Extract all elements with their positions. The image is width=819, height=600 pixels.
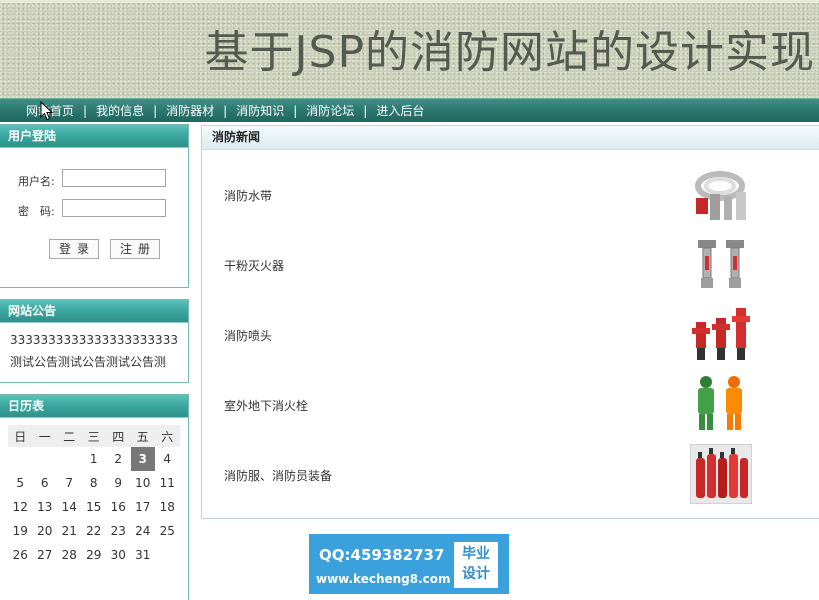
calendar-day[interactable]: 23	[106, 519, 131, 543]
nav-separator: |	[223, 104, 228, 118]
calendar-day[interactable]: 11	[155, 471, 180, 495]
news-item-link[interactable]: 消防喷头	[224, 327, 272, 344]
calendar-day[interactable]: 29	[82, 543, 107, 567]
weekday-mon: 一	[32, 425, 57, 447]
site-banner: 基于JSP的消防网站的设计实现	[0, 0, 819, 98]
promo-banner[interactable]: QQ:459382737 www.kecheng8.com 毕业 设计	[309, 534, 509, 594]
calendar-day[interactable]: 28	[57, 543, 82, 567]
hydrant-image[interactable]	[690, 304, 752, 364]
weekday-sat: 六	[155, 425, 180, 447]
calendar-day[interactable]: 26	[8, 543, 33, 567]
calendar-day[interactable]: 1	[82, 447, 107, 471]
nav-separator: |	[363, 104, 368, 118]
mouse-cursor-icon	[40, 101, 54, 121]
calendar-day[interactable]: 30	[106, 543, 131, 567]
calendar-week-row: 5 6 7 8 9 10 11	[8, 471, 180, 495]
calendar-day[interactable]: 25	[155, 519, 180, 543]
firesuit-image[interactable]	[690, 374, 752, 434]
banner-top-strip	[0, 0, 819, 3]
calendar-panel-title: 日历表	[0, 395, 188, 418]
calendar-day	[155, 543, 180, 567]
news-item-link[interactable]: 消防服、消防员装备	[224, 467, 332, 484]
calendar-day-today[interactable]: 3	[130, 447, 155, 471]
promo-badge-line: 毕业	[462, 546, 490, 562]
username-input[interactable]	[62, 169, 166, 187]
nav-item-forum[interactable]: 消防论坛	[306, 104, 354, 118]
extinguisher-image[interactable]	[690, 444, 752, 504]
calendar-day[interactable]: 10	[131, 471, 156, 495]
calendar-week-row: 26 27 28 29 30 31	[8, 543, 180, 567]
calendar-day[interactable]: 9	[106, 471, 131, 495]
weekday-thu: 四	[106, 425, 131, 447]
notice-body: 3333333333333333333333 测试公告测试公告测试公告测	[0, 323, 188, 373]
promo-badge-line: 设计	[462, 566, 490, 582]
calendar-day[interactable]: 24	[131, 519, 156, 543]
calendar-day[interactable]: 6	[33, 471, 58, 495]
news-panel: 消防新闻 消防水带 干粉灭火器 消防喷头 室外地下消火栓 消防服、消防员装备	[201, 125, 819, 519]
nav-item-my-info[interactable]: 我的信息	[96, 104, 144, 118]
calendar-day	[33, 447, 58, 471]
nav-separator: |	[153, 104, 158, 118]
nav-separator: |	[83, 104, 88, 118]
promo-badge: 毕业 设计	[454, 542, 498, 588]
calendar-day[interactable]: 7	[57, 471, 82, 495]
nav-separator: |	[293, 104, 298, 118]
calendar-day[interactable]: 17	[131, 495, 156, 519]
calendar-day[interactable]: 2	[106, 447, 131, 471]
calendar-weekday-row: 日 一 二 三 四 五 六	[8, 425, 180, 447]
calendar-panel: 日历表 日 一 二 三 四 五 六 1 2 3 4 5 6 7 8 9 10 1…	[0, 394, 189, 600]
login-panel: 用户登陆 用户名: 密 码: 登录 注册	[0, 124, 189, 288]
calendar-day[interactable]: 21	[57, 519, 82, 543]
news-item-link[interactable]: 消防水带	[224, 187, 272, 204]
main-nav: 网站首页|我的信息|消防器材|消防知识|消防论坛|进入后台	[0, 98, 819, 122]
weekday-tue: 二	[57, 425, 82, 447]
notice-panel-title: 网站公告	[0, 300, 188, 323]
news-item-link[interactable]: 干粉灭火器	[224, 257, 284, 274]
calendar-day[interactable]: 27	[33, 543, 58, 567]
calendar-week-row: 1 2 3 4	[8, 447, 180, 471]
calendar-day	[57, 447, 82, 471]
notice-line: 测试公告测试公告测试公告测	[10, 355, 167, 369]
promo-url-text: www.kecheng8.com	[316, 572, 451, 586]
sprinkler-image[interactable]	[690, 236, 752, 296]
calendar-day[interactable]: 5	[8, 471, 33, 495]
calendar-week-row: 19 20 21 22 23 24 25	[8, 519, 180, 543]
nav-item-knowledge[interactable]: 消防知识	[236, 104, 284, 118]
calendar-day[interactable]: 8	[82, 471, 107, 495]
weekday-wed: 三	[81, 425, 106, 447]
calendar-day[interactable]: 14	[57, 495, 82, 519]
nav-item-admin[interactable]: 进入后台	[376, 104, 424, 118]
calendar-day[interactable]: 31	[131, 543, 156, 567]
login-panel-title: 用户登陆	[0, 125, 188, 148]
weekday-sun: 日	[8, 425, 33, 447]
promo-qq-text: QQ:459382737	[319, 546, 445, 564]
register-button[interactable]: 注册	[110, 239, 160, 259]
calendar-day[interactable]: 20	[33, 519, 58, 543]
hose-image[interactable]	[690, 166, 752, 226]
news-panel-title: 消防新闻	[202, 126, 819, 150]
calendar-grid: 日 一 二 三 四 五 六 1 2 3 4 5 6 7 8 9 10 11 12	[8, 425, 180, 567]
calendar-day[interactable]: 16	[106, 495, 131, 519]
calendar-day[interactable]: 13	[33, 495, 58, 519]
calendar-day[interactable]: 4	[155, 447, 180, 471]
password-input[interactable]	[62, 199, 166, 217]
calendar-day[interactable]: 15	[82, 495, 107, 519]
calendar-day[interactable]: 12	[8, 495, 33, 519]
calendar-day[interactable]: 19	[8, 519, 33, 543]
calendar-day[interactable]: 22	[82, 519, 107, 543]
weekday-fri: 五	[130, 425, 155, 447]
calendar-week-row: 12 13 14 15 16 17 18	[8, 495, 180, 519]
nav-item-equipment[interactable]: 消防器材	[166, 104, 214, 118]
calendar-day	[8, 447, 33, 471]
username-label: 用户名:	[18, 175, 55, 188]
notice-line: 3333333333333333333333	[10, 333, 178, 347]
site-title: 基于JSP的消防网站的设计实现	[204, 27, 815, 78]
login-button[interactable]: 登录	[49, 239, 99, 259]
notice-panel: 网站公告 3333333333333333333333 测试公告测试公告测试公告…	[0, 299, 189, 383]
password-label: 密 码:	[18, 205, 55, 218]
calendar-day[interactable]: 18	[155, 495, 180, 519]
news-item-link[interactable]: 室外地下消火栓	[224, 397, 308, 414]
